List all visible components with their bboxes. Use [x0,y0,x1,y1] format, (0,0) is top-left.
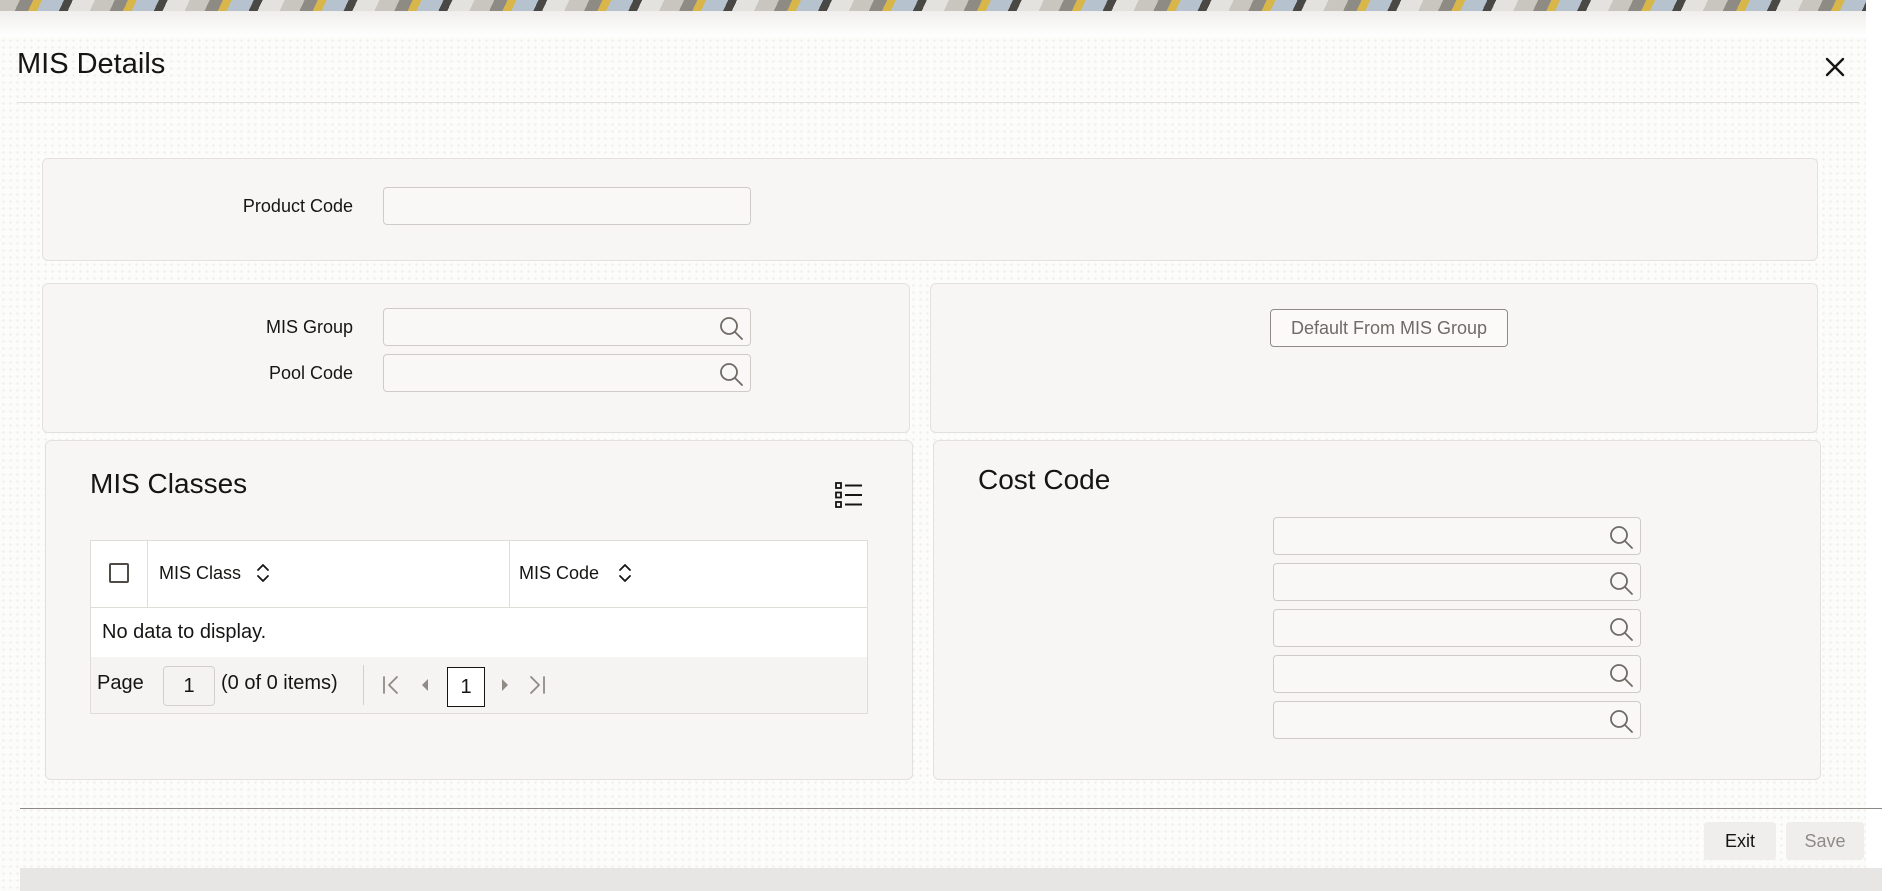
mis-classes-title: MIS Classes [90,468,248,499]
column-divider [509,541,510,608]
items-count: (0 of 0 items) [221,672,338,694]
cost-code-field-2[interactable] [1273,563,1641,601]
cost-code-title: Cost Code [978,464,1111,495]
search-icon[interactable] [718,361,744,387]
search-icon[interactable] [718,315,744,341]
product-code-input[interactable] [383,187,751,225]
save-button[interactable]: Save [1786,822,1864,860]
footer-divider [20,808,1882,809]
search-icon[interactable] [1608,708,1634,734]
select-all-checkbox[interactable] [109,563,129,583]
header-divider [17,102,1859,103]
search-icon[interactable] [1608,616,1634,642]
sort-icon[interactable] [617,561,633,585]
column-divider [147,541,148,608]
mis-classes-table: MIS Class MIS Code No data to display. P… [90,540,868,714]
default-from-mis-group-button[interactable]: Default From MIS Group [1270,309,1508,347]
cost-code-field-5[interactable] [1273,701,1641,739]
page-number-input[interactable]: 1 [163,666,215,706]
cost-code-field-3[interactable] [1273,609,1641,647]
mis-group-input[interactable] [383,308,751,346]
exit-button[interactable]: Exit [1704,822,1776,860]
pager-divider [363,665,364,705]
header-fade [0,11,1866,37]
empty-table-message: No data to display. [102,621,267,643]
previous-page-icon[interactable] [411,671,439,699]
current-page-number[interactable]: 1 [447,667,485,707]
header-banner [0,0,1866,11]
mis-group-label: MIS Group [265,317,353,337]
status-bar [20,868,1882,891]
cost-code-field-4[interactable] [1273,655,1641,693]
page-label: Page [97,672,144,694]
pool-code-label: Pool Code [268,363,353,383]
search-icon[interactable] [1608,570,1634,596]
last-page-icon[interactable] [523,671,551,699]
cost-code-field-1[interactable] [1273,517,1641,555]
default-panel [930,283,1818,433]
product-code-label: Product Code [242,196,353,216]
search-icon[interactable] [1608,662,1634,688]
table-header: MIS Class MIS Code [91,541,867,608]
pagination: Page 1 (0 of 0 items) 1 [91,657,867,713]
column-header-mis-code[interactable]: MIS Code [519,563,599,584]
list-view-icon[interactable] [834,480,864,510]
page-title: MIS Details [17,48,166,80]
search-icon[interactable] [1608,524,1634,550]
column-header-mis-class[interactable]: MIS Class [159,563,241,584]
sort-icon[interactable] [255,561,271,585]
pool-code-input[interactable] [383,354,751,392]
first-page-icon[interactable] [377,671,405,699]
next-page-icon[interactable] [491,671,519,699]
close-icon[interactable] [1820,52,1850,82]
